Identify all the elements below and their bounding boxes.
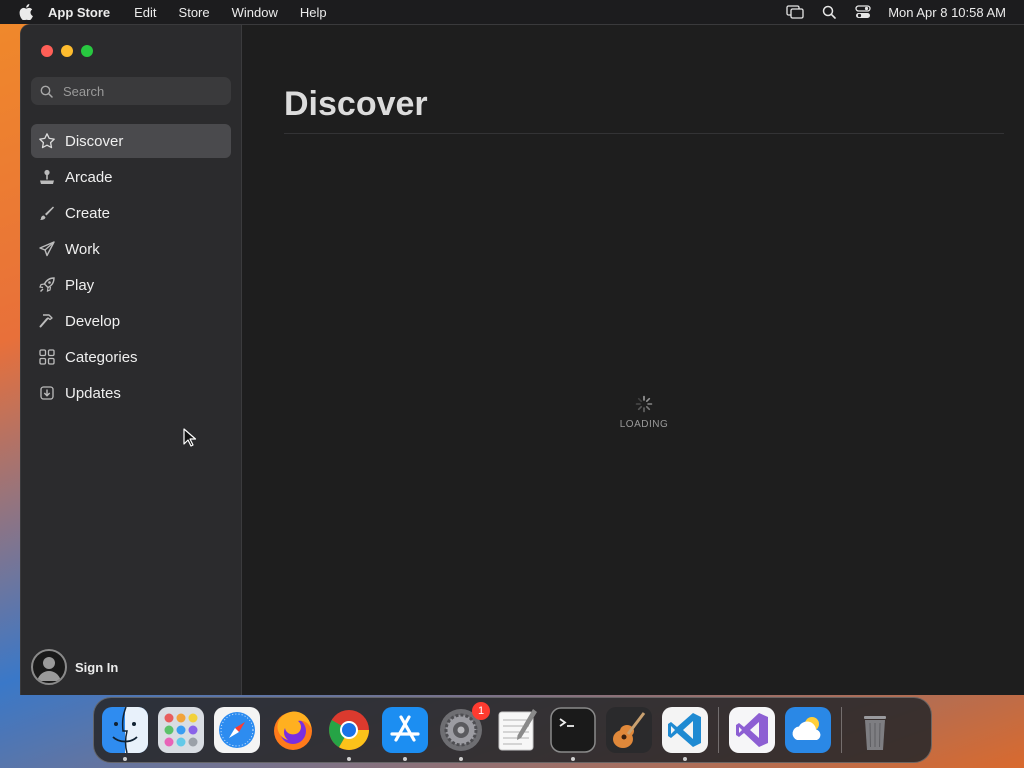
sidebar: Discover Arcade Create Work [21, 25, 242, 695]
terminal-icon[interactable] [550, 707, 596, 761]
running-indicator [347, 757, 351, 761]
trash-icon[interactable] [852, 707, 898, 753]
running-indicator [123, 757, 127, 761]
download-icon [37, 383, 57, 403]
vscode-icon[interactable] [662, 707, 708, 761]
sidebar-item-arcade[interactable]: Arcade [31, 160, 231, 194]
search-input[interactable] [63, 83, 223, 99]
hammer-icon [37, 311, 57, 331]
menu-help[interactable]: Help [300, 5, 327, 20]
running-indicator [403, 757, 407, 761]
spinner-icon [635, 395, 653, 413]
safari-icon[interactable] [214, 707, 260, 753]
running-indicator [571, 757, 575, 761]
loading-label: LOADING [619, 419, 669, 430]
dock-separator [718, 707, 719, 753]
minimize-window-button[interactable] [61, 45, 73, 57]
page-title: Discover [284, 85, 428, 123]
finder-icon[interactable] [102, 707, 148, 761]
status-area: Mon Apr 8 10:58 AM [770, 0, 1006, 24]
menu-store[interactable]: Store [179, 5, 210, 20]
loading-indicator: LOADING [609, 395, 679, 430]
sidebar-item-play[interactable]: Play [31, 268, 231, 302]
app-store-window: Discover Arcade Create Work [20, 24, 1024, 695]
system-settings-icon[interactable]: 1 [438, 702, 490, 761]
notification-badge: 1 [472, 702, 490, 720]
menu-window[interactable]: Window [232, 5, 278, 20]
menu-edit[interactable]: Edit [134, 5, 156, 20]
close-window-button[interactable] [41, 45, 53, 57]
running-indicator [459, 757, 463, 761]
apple-menu-icon[interactable] [18, 4, 34, 20]
sidebar-item-discover[interactable]: Discover [31, 124, 231, 158]
firefox-icon[interactable] [270, 707, 316, 753]
menu-app-store[interactable]: App Store [48, 5, 110, 20]
app-store-icon[interactable] [382, 707, 428, 761]
sign-in-button[interactable]: Sign In [31, 649, 118, 685]
grid-icon [37, 347, 57, 367]
menubar-clock[interactable]: Mon Apr 8 10:58 AM [888, 5, 1006, 20]
mouse-cursor-icon [183, 428, 197, 447]
title-divider [284, 133, 1004, 134]
sign-in-label: Sign In [75, 659, 119, 675]
sidebar-item-label: Create [65, 204, 111, 222]
zoom-window-button[interactable] [81, 45, 93, 57]
visual-studio-icon[interactable] [729, 707, 775, 753]
brush-icon [37, 203, 57, 223]
sidebar-item-label: Discover [65, 132, 124, 150]
chrome-icon[interactable] [326, 707, 372, 761]
sidebar-item-label: Categories [65, 348, 138, 366]
weather-icon[interactable] [785, 707, 831, 753]
sidebar-item-label: Updates [65, 384, 121, 402]
launchpad-icon[interactable] [158, 707, 204, 753]
sidebar-item-label: Arcade [65, 168, 113, 186]
screen-mirroring-icon[interactable] [786, 3, 804, 21]
control-center-icon[interactable] [854, 3, 872, 21]
sidebar-item-label: Develop [65, 312, 121, 330]
sidebar-item-label: Play [65, 276, 95, 294]
sidebar-item-create[interactable]: Create [31, 196, 231, 230]
search-icon [40, 84, 54, 98]
avatar [31, 649, 67, 685]
window-controls [41, 45, 101, 57]
spotlight-search-icon[interactable] [820, 3, 838, 21]
sidebar-item-updates[interactable]: Updates [31, 376, 231, 410]
sidebar-item-work[interactable]: Work [31, 232, 231, 266]
sidebar-item-label: Work [65, 240, 100, 258]
sidebar-item-develop[interactable]: Develop [31, 304, 231, 338]
sidebar-nav: Discover Arcade Create Work Play Develop… [31, 124, 231, 412]
sidebar-item-categories[interactable]: Categories [31, 340, 231, 374]
dock-separator [841, 707, 842, 753]
joystick-icon [37, 167, 57, 187]
garageband-icon[interactable] [606, 707, 652, 753]
running-indicator [683, 757, 687, 761]
main-content: Discover LOADING [242, 25, 1024, 695]
search-field[interactable] [31, 77, 231, 105]
star-icon [37, 131, 57, 151]
paper-plane-icon [37, 239, 57, 259]
menu-bar: App Store Edit Store Window Help Mon Apr… [0, 0, 1024, 24]
dock: 1 [93, 697, 932, 763]
rocket-icon [37, 275, 57, 295]
textedit-icon[interactable] [494, 707, 540, 753]
